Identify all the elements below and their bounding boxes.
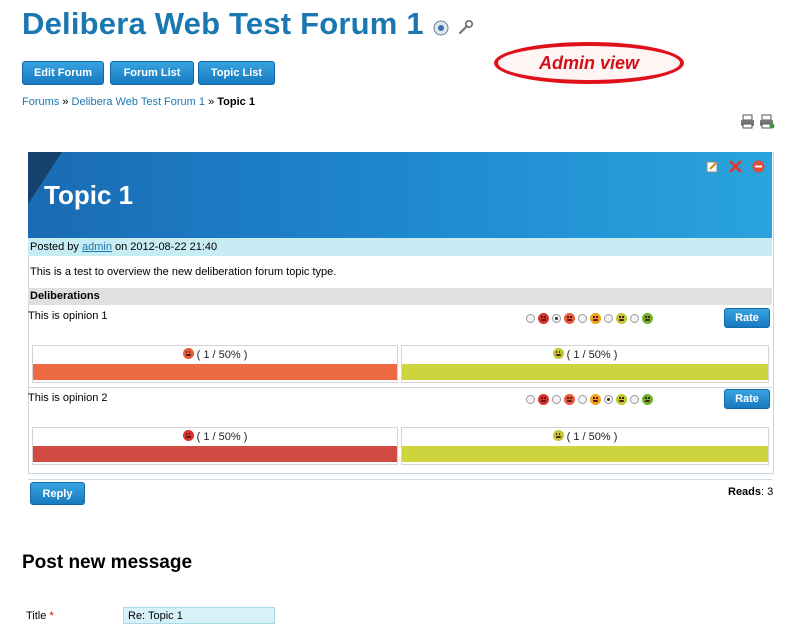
rating-radio[interactable] — [578, 314, 587, 323]
very-negative-face-icon — [182, 430, 194, 441]
reads-value: 3 — [767, 486, 774, 498]
admin-view-annotation: Admin view — [494, 42, 684, 84]
edit-icon[interactable] — [706, 160, 719, 178]
negative-face-icon — [564, 394, 575, 405]
very-negative-face-icon — [538, 394, 549, 405]
result-count: ( 1 / 50% ) — [196, 349, 248, 361]
reads-counter: Reads: 3 — [728, 486, 774, 498]
rating-radio[interactable] — [526, 314, 535, 323]
negative-face-icon — [564, 313, 575, 324]
result-label: ( 1 / 50% ) — [402, 428, 768, 446]
breadcrumb: Forums » Delibera Web Test Forum 1 » Top… — [22, 96, 255, 108]
posted-prefix: Posted by — [30, 241, 79, 253]
opinion-text: This is opinion 1 — [28, 310, 108, 322]
rating-radio[interactable] — [578, 395, 587, 404]
help-icon[interactable] — [433, 8, 449, 44]
forum-title: Delibera Web Test Forum 1 — [22, 6, 424, 41]
topic-body: This is a test to overview the new delib… — [30, 266, 337, 278]
rating-radio[interactable] — [630, 395, 639, 404]
block-icon[interactable] — [752, 160, 765, 178]
divider — [28, 387, 772, 388]
rate-button[interactable]: Rate — [724, 308, 770, 328]
rating-radio[interactable] — [630, 314, 639, 323]
result-bar — [33, 446, 397, 462]
breadcrumb-forums-link[interactable]: Forums — [22, 96, 59, 108]
wrench-icon[interactable] — [457, 8, 475, 44]
rating-options — [526, 394, 653, 405]
breadcrumb-separator: » — [208, 96, 215, 108]
delete-icon[interactable] — [729, 160, 742, 178]
result-bar — [33, 364, 397, 380]
positive-face-icon — [552, 348, 564, 359]
positive-face-icon — [616, 394, 627, 405]
result-cell: ( 1 / 50% ) — [401, 427, 769, 465]
very-negative-face-icon — [538, 313, 549, 324]
post-form-heading: Post new message — [22, 552, 193, 573]
result-cell: ( 1 / 50% ) — [401, 345, 769, 383]
title-label-text: Title — [26, 610, 47, 622]
topic-title: Topic 1 — [44, 180, 134, 210]
breadcrumb-forum-link[interactable]: Delibera Web Test Forum 1 — [72, 96, 205, 108]
posted-by-bar: Posted by admin on 2012-08-22 21:40 — [28, 238, 772, 256]
topic-list-button[interactable]: Topic List — [198, 61, 275, 85]
result-bar — [402, 364, 768, 380]
result-cell: ( 1 / 50% ) — [32, 427, 398, 465]
page-title: Delibera Web Test Forum 1 — [22, 6, 475, 44]
result-label: ( 1 / 50% ) — [402, 346, 768, 364]
breadcrumb-separator: » — [62, 96, 69, 108]
result-count: ( 1 / 50% ) — [566, 349, 618, 361]
print-icon[interactable] — [740, 114, 755, 134]
opinion-text: This is opinion 2 — [28, 392, 108, 404]
required-mark: * — [49, 610, 54, 622]
rating-options — [526, 313, 653, 324]
author-link[interactable]: admin — [82, 241, 112, 253]
rating-radio[interactable] — [604, 395, 613, 404]
positive-face-icon — [552, 430, 564, 441]
reads-label: Reads — [728, 486, 762, 498]
topic-header — [28, 152, 772, 238]
positive-face-icon — [616, 313, 627, 324]
deliberations-heading: Deliberations — [28, 288, 772, 305]
rating-radio[interactable] — [552, 395, 561, 404]
reply-button[interactable]: Reply — [30, 482, 85, 505]
posted-date: on 2012-08-22 21:40 — [115, 241, 218, 253]
neutral-face-icon — [590, 394, 601, 405]
result-cell: ( 1 / 50% ) — [32, 345, 398, 383]
very-positive-face-icon — [642, 313, 653, 324]
rate-button[interactable]: Rate — [724, 389, 770, 409]
edit-forum-button[interactable]: Edit Forum — [22, 61, 104, 85]
result-count: ( 1 / 50% ) — [566, 431, 618, 443]
divider — [28, 479, 772, 480]
very-positive-face-icon — [642, 394, 653, 405]
result-label: ( 1 / 50% ) — [33, 346, 397, 364]
rating-radio[interactable] — [604, 314, 613, 323]
result-label: ( 1 / 50% ) — [33, 428, 397, 446]
title-input[interactable] — [123, 607, 275, 624]
print-preview-icon[interactable] — [759, 114, 775, 134]
breadcrumb-current: Topic 1 — [217, 96, 255, 108]
title-field-label: Title * — [26, 610, 54, 622]
rating-radio[interactable] — [552, 314, 561, 323]
negative-face-icon — [182, 348, 194, 359]
neutral-face-icon — [590, 313, 601, 324]
rating-radio[interactable] — [526, 395, 535, 404]
result-count: ( 1 / 50% ) — [196, 431, 248, 443]
forum-list-button[interactable]: Forum List — [110, 61, 194, 85]
result-bar — [402, 446, 768, 462]
